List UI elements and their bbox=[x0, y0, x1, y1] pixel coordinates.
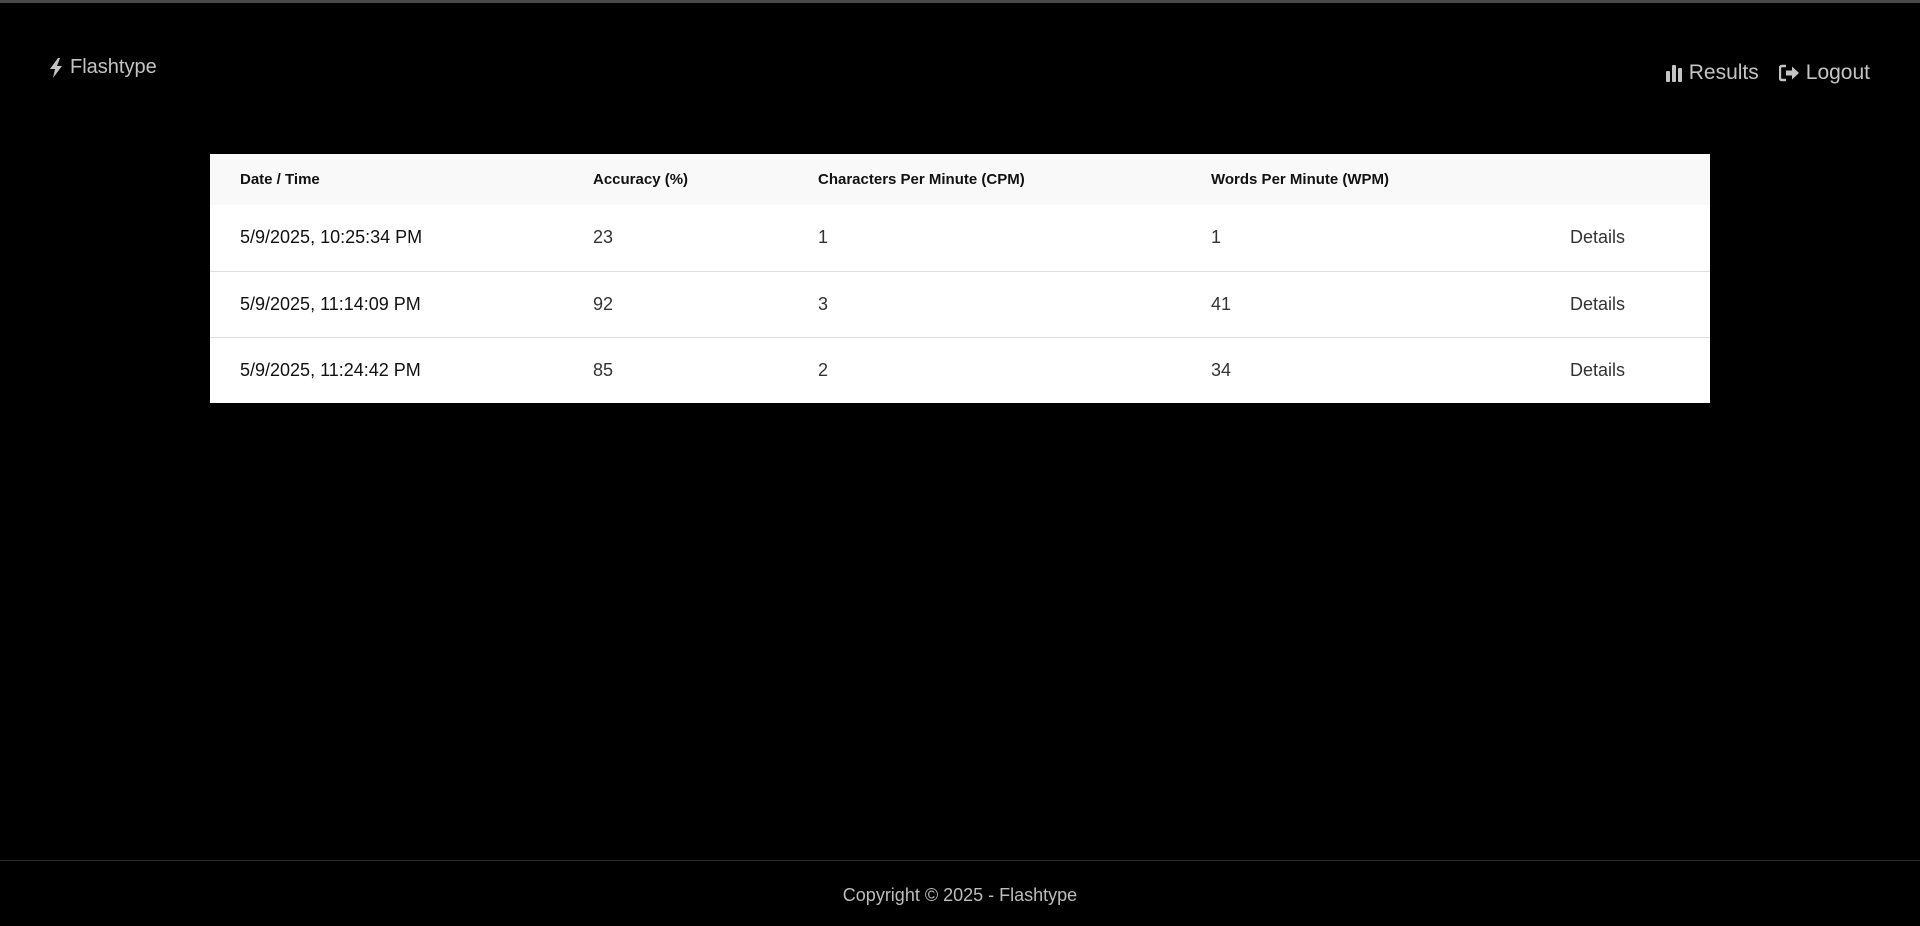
table-header-row: Date / Time Accuracy (%) Characters Per … bbox=[210, 154, 1710, 205]
cell-wpm: 1 bbox=[1211, 227, 1222, 248]
cell-datetime: 5/9/2025, 11:14:09 PM bbox=[240, 293, 421, 314]
cell-wpm: 41 bbox=[1211, 293, 1232, 314]
cell-datetime: 5/9/2025, 11:24:42 PM bbox=[240, 359, 421, 380]
cell-accuracy: 85 bbox=[593, 359, 614, 380]
details-link[interactable]: Details bbox=[1540, 205, 1710, 271]
cell-wpm: 34 bbox=[1211, 359, 1232, 380]
results-table: Date / Time Accuracy (%) Characters Per … bbox=[210, 154, 1710, 403]
cell-accuracy: 92 bbox=[593, 293, 614, 314]
brand-name: Flashtype bbox=[70, 56, 157, 78]
brand-link[interactable]: Flashtype bbox=[49, 56, 157, 79]
nav-logout-link[interactable]: Logout bbox=[1778, 61, 1870, 85]
nav-logout-label: Logout bbox=[1805, 61, 1870, 84]
bar-chart-icon bbox=[1665, 64, 1683, 82]
details-link[interactable]: Details bbox=[1540, 271, 1710, 337]
header-accuracy: Accuracy (%) bbox=[593, 171, 689, 188]
cell-datetime: 5/9/2025, 10:25:34 PM bbox=[240, 227, 423, 248]
table-row: 5/9/2025, 11:14:09 PM 92 3 41 Details bbox=[210, 271, 1710, 337]
details-link[interactable]: Details bbox=[1540, 337, 1710, 403]
cell-cpm: 3 bbox=[818, 293, 829, 314]
header-datetime: Date / Time bbox=[240, 171, 320, 188]
nav-results-link[interactable]: Results bbox=[1665, 61, 1759, 85]
header-cpm: Characters Per Minute (CPM) bbox=[818, 171, 1025, 188]
nav-links: Results Logout bbox=[1665, 61, 1870, 85]
bolt-icon bbox=[49, 57, 63, 78]
header-actions bbox=[1540, 154, 1710, 205]
nav-results-label: Results bbox=[1688, 61, 1759, 84]
footer: Copyright © 2025 - Flashtype bbox=[0, 860, 1920, 926]
table-row: 5/9/2025, 10:25:34 PM 23 1 1 Details bbox=[210, 205, 1710, 271]
sign-out-icon bbox=[1778, 64, 1800, 82]
header-wpm: Words Per Minute (WPM) bbox=[1211, 171, 1390, 188]
cell-accuracy: 23 bbox=[593, 227, 614, 248]
table-row: 5/9/2025, 11:24:42 PM 85 2 34 Details bbox=[210, 337, 1710, 403]
cell-cpm: 1 bbox=[818, 227, 829, 248]
footer-copyright: Copyright © 2025 - Flashtype bbox=[842, 885, 1078, 905]
cell-cpm: 2 bbox=[818, 359, 829, 380]
window-top-border bbox=[0, 0, 1920, 3]
